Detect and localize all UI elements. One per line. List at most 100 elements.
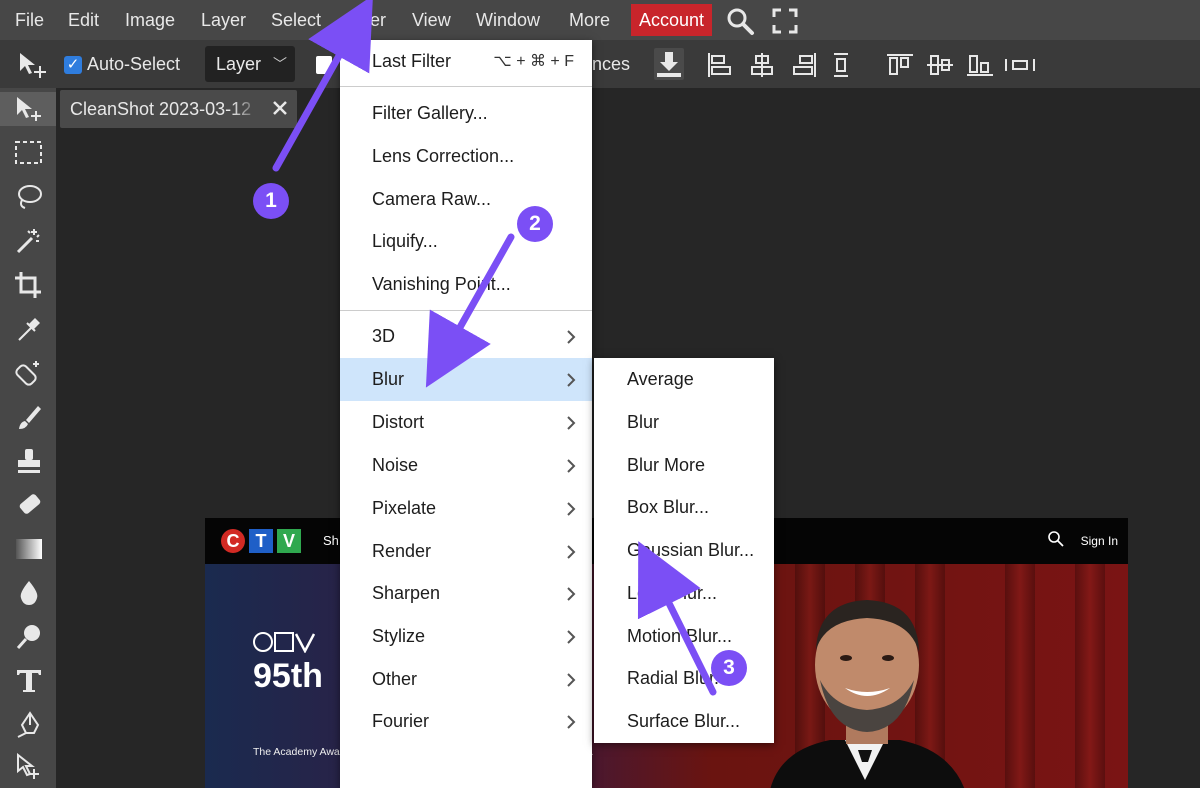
menu-item-label: Blur xyxy=(372,369,405,389)
gradient-icon xyxy=(16,539,42,559)
download-icon[interactable] xyxy=(654,48,684,80)
submenu-item-lens-blur[interactable]: Lens Blur... xyxy=(594,572,774,615)
menu-item-stylize[interactable]: Stylize xyxy=(340,615,592,658)
align-right-icon[interactable] xyxy=(790,52,818,78)
ctv-nav-shows: Sh xyxy=(323,533,339,548)
menu-item-camera-raw[interactable]: Camera Raw... xyxy=(340,178,592,221)
magic-wand-tool[interactable] xyxy=(10,224,46,258)
blur-drop-icon xyxy=(20,581,38,605)
ctv-logo-v: V xyxy=(277,529,301,553)
move-tool-icon xyxy=(17,97,41,121)
chevron-right-icon xyxy=(567,373,576,387)
dodge-tool[interactable] xyxy=(10,620,46,654)
chevron-right-icon xyxy=(567,416,576,430)
layer-select[interactable]: Layer ﹀ xyxy=(205,46,295,82)
menu-item-last-filter[interactable]: Last Filter ⌥ + ⌘ + F xyxy=(340,40,592,83)
chevron-right-icon xyxy=(567,545,576,559)
menu-more[interactable]: More xyxy=(569,0,610,40)
document-tab-title: CleanShot 2023-03-12 xyxy=(70,99,252,119)
menu-image[interactable]: Image xyxy=(125,0,175,40)
menu-item-filter-gallery[interactable]: Filter Gallery... xyxy=(340,92,592,135)
menu-select[interactable]: Select xyxy=(271,0,321,40)
account-button[interactable]: Account xyxy=(631,4,712,36)
menu-item-sharpen[interactable]: Sharpen xyxy=(340,572,592,615)
healing-tool[interactable] xyxy=(10,356,46,390)
distances-label: nces xyxy=(592,54,631,74)
step-badge-3: 3 xyxy=(711,650,747,686)
align-bottom-icon[interactable] xyxy=(966,52,994,78)
menu-item-blur[interactable]: Blur xyxy=(340,358,592,401)
chevron-right-icon xyxy=(567,459,576,473)
move-tool[interactable] xyxy=(0,92,56,126)
align-middle-icon[interactable] xyxy=(926,52,954,78)
menu-item-other[interactable]: Other xyxy=(340,658,592,701)
hero-title: 95th xyxy=(253,657,323,695)
submenu-item-blur-more[interactable]: Blur More xyxy=(594,444,774,487)
submenu-item-motion-blur[interactable]: Motion Blur... xyxy=(594,615,774,658)
type-icon xyxy=(17,670,41,692)
eraser-icon xyxy=(19,494,41,514)
options-bar: ✓ Auto-Select Layer ﹀ nces xyxy=(0,40,1200,88)
menu-item-label: Pixelate xyxy=(372,498,437,518)
ctv-logo-c: C xyxy=(221,529,245,553)
menu-window[interactable]: Window xyxy=(476,0,540,40)
blur-tool[interactable] xyxy=(10,576,46,610)
stamp-tool[interactable] xyxy=(10,444,46,478)
menu-item-3d[interactable]: 3D xyxy=(340,315,592,358)
menu-item-label: Sharpen xyxy=(372,583,441,603)
menu-layer[interactable]: Layer xyxy=(201,0,246,40)
type-tool[interactable] xyxy=(10,664,46,698)
eraser-tool[interactable] xyxy=(10,488,46,522)
menu-item-label: Other xyxy=(372,669,418,689)
distribute-horizontal-icon[interactable] xyxy=(1004,52,1036,78)
ctv-sign-in: Sign In xyxy=(1080,534,1118,548)
align-center-icon[interactable] xyxy=(748,52,776,78)
submenu-item-box-blur[interactable]: Box Blur... xyxy=(594,486,774,529)
menu-item-fourier[interactable]: Fourier xyxy=(340,700,592,743)
align-top-icon[interactable] xyxy=(886,52,914,78)
gradient-tool[interactable] xyxy=(10,532,46,566)
menu-item-vanishing-point[interactable]: Vanishing Point... xyxy=(340,263,592,306)
menu-file[interactable]: File xyxy=(15,0,44,40)
document-tab[interactable]: CleanShot 2023-03-12 xyxy=(60,90,297,128)
menu-item-lens-correction[interactable]: Lens Correction... xyxy=(340,135,592,178)
fullscreen-icon[interactable] xyxy=(770,6,800,36)
menu-edit[interactable]: Edit xyxy=(68,0,99,40)
curtain-fold xyxy=(1075,564,1105,788)
align-left-icon[interactable] xyxy=(706,52,734,78)
submenu-item-gaussian-blur[interactable]: Gaussian Blur... xyxy=(594,529,774,572)
eyedropper-tool[interactable] xyxy=(10,312,46,346)
menu-item-liquify[interactable]: Liquify... xyxy=(340,220,592,263)
close-icon[interactable] xyxy=(271,99,289,117)
menu-view[interactable]: View xyxy=(412,0,451,40)
distribute-vertical-icon[interactable] xyxy=(828,52,856,78)
submenu-item-surface-blur[interactable]: Surface Blur... xyxy=(594,700,774,743)
curtain-fold xyxy=(1005,564,1035,788)
menu-filter[interactable]: Filter xyxy=(346,0,386,40)
path-select-tool[interactable] xyxy=(10,750,46,784)
crop-tool[interactable] xyxy=(10,268,46,302)
submenu-item-blur[interactable]: Blur xyxy=(594,401,774,444)
submenu-item-radial-blur[interactable]: Radial Blur... xyxy=(594,657,774,700)
menu-item-label: Stylize xyxy=(372,626,426,646)
auto-select-checkbox[interactable]: ✓ xyxy=(64,56,82,74)
submenu-item-average[interactable]: Average xyxy=(594,358,774,401)
menu-item-render[interactable]: Render xyxy=(340,530,592,573)
brush-icon xyxy=(19,406,41,429)
step-badge-2: 2 xyxy=(517,206,553,242)
pen-tool[interactable] xyxy=(10,708,46,742)
menu-item-noise[interactable]: Noise xyxy=(340,444,592,487)
menu-item-pixelate[interactable]: Pixelate xyxy=(340,487,592,530)
pen-icon xyxy=(17,711,40,738)
menu-item-distort[interactable]: Distort xyxy=(340,401,592,444)
search-icon[interactable] xyxy=(725,6,755,36)
marquee-icon xyxy=(15,141,42,164)
lasso-tool[interactable] xyxy=(10,180,46,214)
chevron-right-icon xyxy=(567,630,576,644)
brush-tool[interactable] xyxy=(10,400,46,434)
marquee-tool[interactable] xyxy=(10,136,46,170)
layer-select-value: Layer xyxy=(216,54,262,74)
transform-checkbox[interactable] xyxy=(316,56,332,74)
path-select-icon xyxy=(17,753,39,779)
move-tool-icon[interactable] xyxy=(16,50,48,80)
